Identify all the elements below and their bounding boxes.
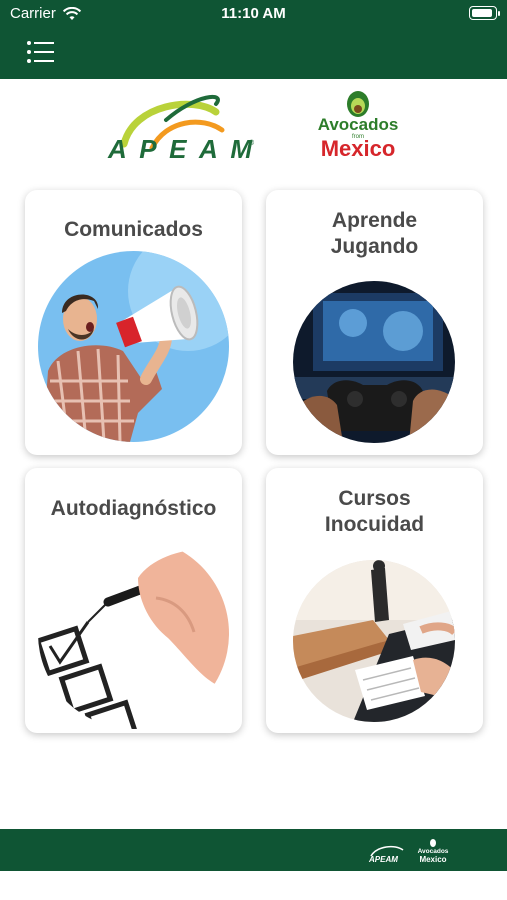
footer-avocados-text: Avocados	[418, 848, 449, 855]
footer-mexico-text: Mexico	[419, 855, 446, 864]
megaphone-man-image	[38, 251, 229, 442]
brand-logos: APEAM ® Avocados from Mexico	[0, 86, 507, 166]
checklist-hand-image	[38, 538, 229, 729]
status-bar: Carrier 11:10 AM	[0, 0, 507, 28]
avocados-from-mexico-logo: Avocados from Mexico	[318, 91, 399, 160]
game-controller-image	[293, 281, 455, 443]
list-menu-icon[interactable]	[26, 40, 56, 64]
card-comunicados[interactable]: Comunicados	[25, 190, 242, 455]
footer-apeam-text: APEAM	[368, 855, 398, 864]
classroom-image	[293, 560, 455, 722]
status-time: 11:10 AM	[221, 5, 286, 22]
card-autodiagnostico[interactable]: Autodiagnóstico	[25, 468, 242, 733]
footer-logos: APEAM Avocados Mexico	[368, 839, 449, 864]
mexico-wordmark: Mexico	[321, 136, 396, 160]
avocados-wordmark: Avocados	[318, 115, 399, 134]
card-title-line1: Aprende	[331, 209, 418, 232]
card-title-line2: Jugando	[330, 235, 419, 258]
card-cursos-inocuidad[interactable]: Cursos Inocuidad	[266, 468, 483, 733]
top-app-bar: Carrier 11:10 AM	[0, 0, 507, 79]
card-title: Comunicados	[64, 218, 203, 241]
card-title: Autodiagnóstico	[50, 497, 217, 520]
battery-icon	[469, 6, 500, 20]
card-aprende-jugando[interactable]: Aprende Jugando	[266, 190, 483, 455]
svg-text:®: ®	[249, 139, 255, 147]
apeam-logo: APEAM ®	[107, 94, 255, 160]
bottom-bar: APEAM Avocados Mexico	[0, 829, 507, 871]
card-title-line2: Inocuidad	[324, 513, 425, 536]
card-title-line1: Cursos	[338, 487, 411, 510]
